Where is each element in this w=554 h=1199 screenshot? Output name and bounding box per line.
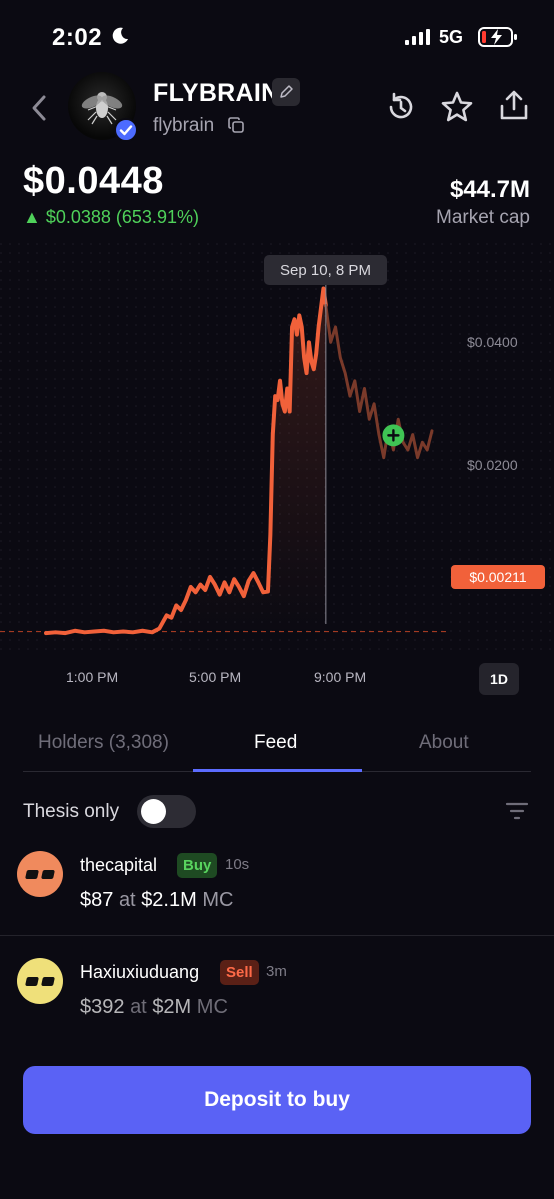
divider bbox=[0, 935, 554, 936]
y-tick-label: $0.0200 bbox=[467, 457, 518, 473]
user-avatar bbox=[17, 958, 63, 1004]
buy-badge: Buy bbox=[177, 853, 218, 878]
x-tick-label: 9:00 PM bbox=[314, 669, 367, 685]
current-price-tag: $0.00211 bbox=[451, 565, 545, 589]
tab-feed[interactable]: Feed bbox=[254, 732, 297, 754]
trade-mc-suffix: MC bbox=[196, 996, 228, 1018]
x-tick-label: 5:00 PM bbox=[189, 669, 242, 685]
feed-username[interactable]: thecapital bbox=[80, 855, 157, 876]
feed-trade-summary: $392 at $2M MC bbox=[80, 996, 228, 1019]
trade-mc: $2.1M bbox=[141, 889, 197, 911]
trade-at: at bbox=[130, 996, 147, 1018]
feed-item[interactable]: thecapital Buy 10s $87 at $2.1M MC bbox=[0, 845, 554, 945]
price-chart[interactable] bbox=[0, 0, 554, 700]
tab-bar: Holders (3,308) Feed About bbox=[23, 722, 531, 772]
trade-mc: $2M bbox=[152, 996, 192, 1018]
sell-badge: Sell bbox=[220, 960, 259, 985]
trade-at: at bbox=[118, 889, 136, 911]
deposit-to-buy-button[interactable]: Deposit to buy bbox=[23, 1066, 531, 1134]
feed-timestamp: 3m bbox=[266, 963, 287, 980]
feed-timestamp: 10s bbox=[225, 856, 250, 873]
trade-amount: $392 bbox=[80, 996, 125, 1018]
tab-about[interactable]: About bbox=[419, 732, 469, 754]
user-avatar bbox=[17, 851, 63, 897]
feed-item[interactable]: Haxiuxiuduang Sell 3m $392 at $2M MC bbox=[0, 952, 554, 1052]
chart-tooltip: Sep 10, 8 PM bbox=[264, 255, 387, 285]
y-tick-label: $0.0400 bbox=[467, 334, 518, 350]
toggle-knob bbox=[141, 799, 166, 824]
active-tab-indicator bbox=[193, 769, 362, 772]
thesis-only-toggle[interactable] bbox=[137, 795, 196, 828]
trade-mc-suffix: MC bbox=[202, 889, 234, 911]
filter-icon[interactable] bbox=[505, 801, 529, 821]
feed-username[interactable]: Haxiuxiuduang bbox=[80, 962, 199, 983]
trade-amount: $87 bbox=[80, 889, 114, 911]
thesis-only-label: Thesis only bbox=[23, 801, 120, 822]
x-tick-label: 1:00 PM bbox=[66, 669, 119, 685]
range-1d-button[interactable]: 1D bbox=[479, 663, 519, 695]
tab-holders[interactable]: Holders (3,308) bbox=[38, 732, 169, 754]
feed-trade-summary: $87 at $2.1M MC bbox=[80, 889, 233, 912]
